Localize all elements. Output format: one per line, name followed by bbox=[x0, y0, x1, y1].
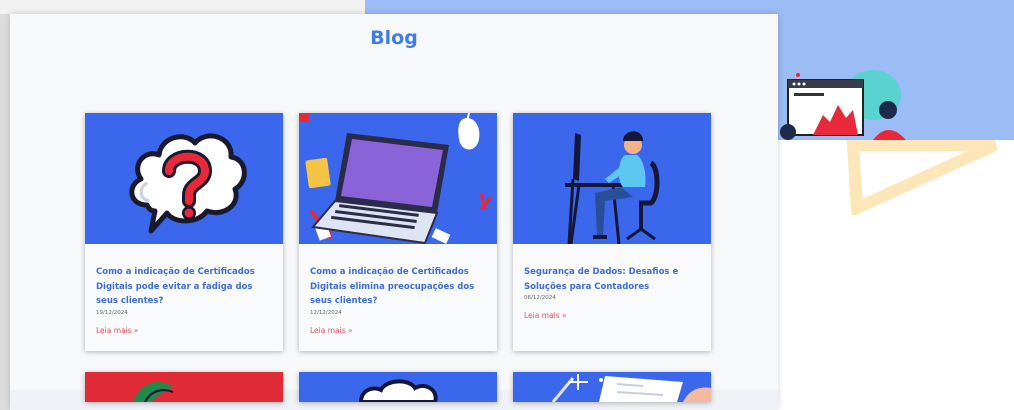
blog-card-partial[interactable] bbox=[299, 372, 497, 402]
page-title: Blog bbox=[370, 27, 418, 49]
blog-card[interactable]: Como a indicação de Certificados Digitai… bbox=[85, 113, 283, 351]
laptop-icon bbox=[299, 113, 493, 244]
blog-card-partial[interactable] bbox=[85, 372, 283, 402]
card-title-link[interactable]: Como a indicação de Certificados Digitai… bbox=[96, 265, 274, 309]
read-more-link[interactable]: Leia mais » bbox=[96, 326, 274, 335]
blog-card-partial[interactable] bbox=[513, 372, 711, 402]
card-date: 12/12/2024 bbox=[310, 309, 342, 316]
question-cloud-icon bbox=[129, 133, 247, 234]
hero-illustration-icon bbox=[780, 70, 906, 140]
card-date: 06/12/2024 bbox=[524, 295, 556, 301]
card-title-link[interactable]: Como a indicação de Certificados Digitai… bbox=[310, 265, 488, 309]
blog-panel: Blog Como a indicação de Certificados Di… bbox=[10, 14, 778, 410]
cloud-icon bbox=[358, 379, 438, 402]
background-top-strip bbox=[0, 0, 365, 14]
card-body: Como a indicação de Certificados Digitai… bbox=[310, 265, 488, 335]
person-at-computer-icon bbox=[565, 131, 660, 244]
card-body: Segurança de Dados: Desafios e Soluções … bbox=[524, 265, 702, 320]
read-more-link[interactable]: Leia mais » bbox=[524, 311, 702, 320]
card-image[interactable] bbox=[513, 113, 711, 244]
card-title-link[interactable]: Segurança de Dados: Desafios e Soluções … bbox=[524, 265, 702, 294]
decorative-triangle-icon bbox=[846, 140, 998, 215]
card-date: 19/12/2024 bbox=[96, 309, 128, 316]
read-more-link[interactable]: Leia mais » bbox=[310, 326, 488, 335]
document-icon bbox=[551, 374, 711, 402]
card-image[interactable] bbox=[299, 113, 497, 244]
blog-card[interactable]: Como a indicação de Certificados Digitai… bbox=[299, 113, 497, 351]
blog-card[interactable]: Segurança de Dados: Desafios e Soluções … bbox=[513, 113, 711, 351]
leaf-icon bbox=[133, 382, 174, 402]
card-body: Como a indicação de Certificados Digitai… bbox=[96, 265, 274, 335]
card-image[interactable] bbox=[85, 113, 283, 244]
